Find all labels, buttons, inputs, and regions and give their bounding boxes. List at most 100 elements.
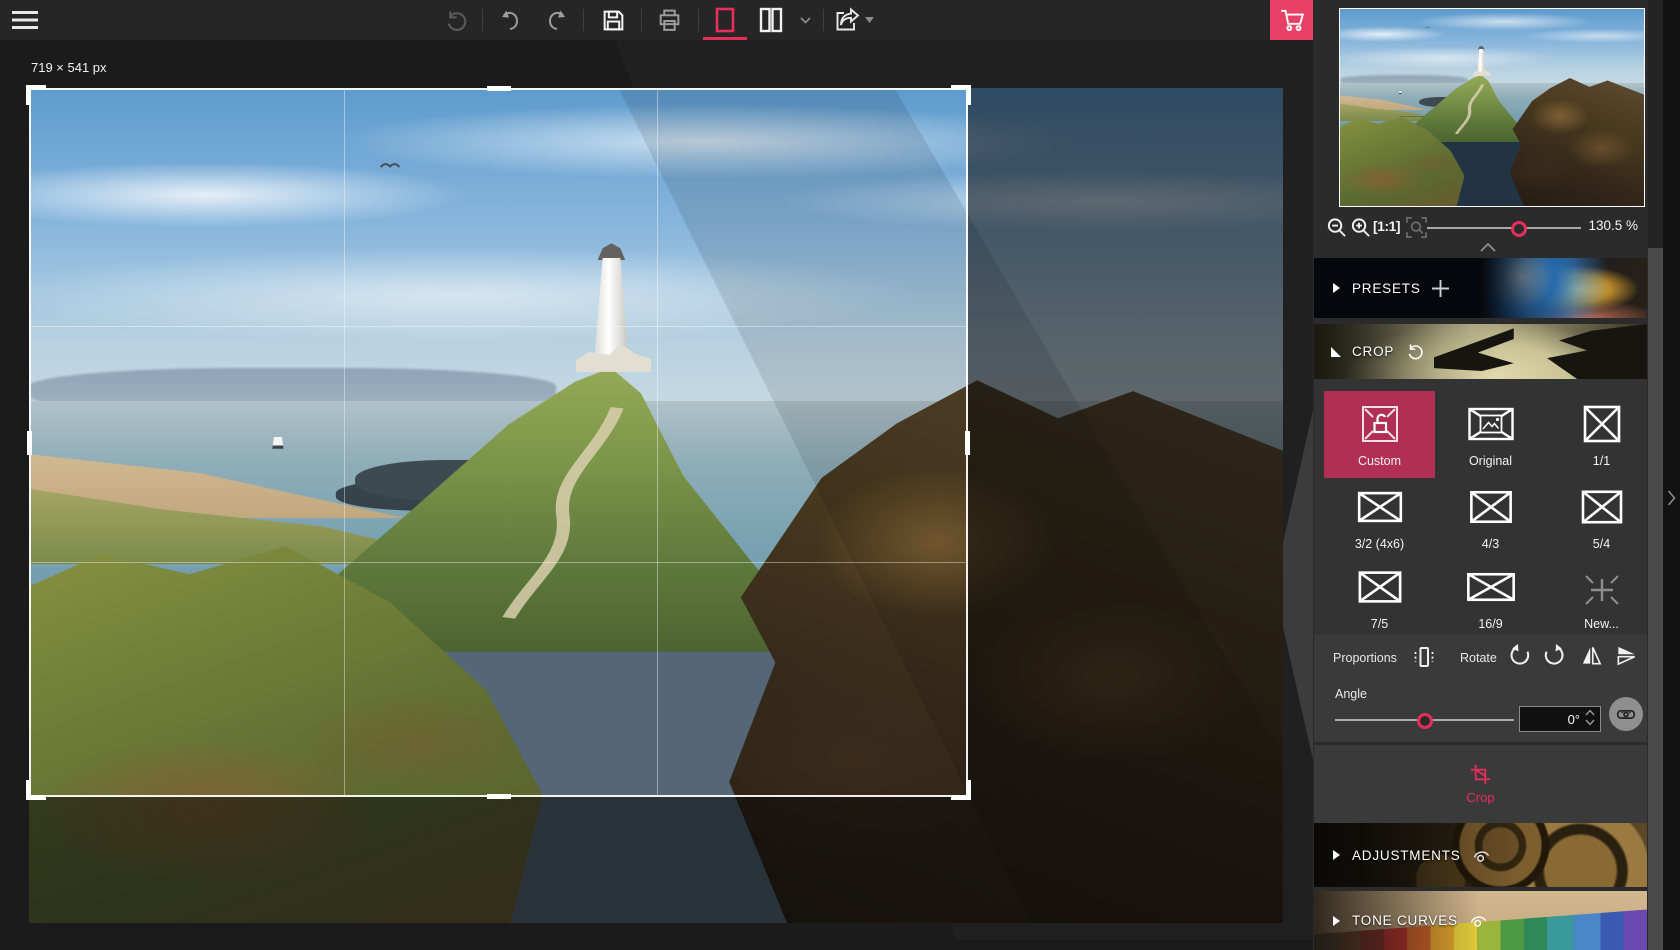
toolbar	[0, 0, 1313, 40]
cart-button[interactable]	[1270, 0, 1313, 40]
ratio-label: Custom	[1358, 454, 1401, 468]
flip-horizontal-button[interactable]	[1580, 644, 1603, 667]
right-gutter	[1663, 0, 1680, 950]
zoom-in-button[interactable]	[1349, 216, 1372, 239]
add-preset-icon[interactable]	[1432, 280, 1449, 297]
crop-ratio-original[interactable]: Original	[1435, 391, 1546, 478]
right-panel: [1:1] 130.5 % PRESETS CROP	[1313, 0, 1648, 950]
crop-ratio-5-4[interactable]: 5/4	[1546, 478, 1648, 556]
angle-slider-knob[interactable]	[1417, 713, 1433, 729]
crop-ratio-7-5[interactable]: 7/5	[1324, 556, 1435, 638]
crop-ratio-custom[interactable]: Custom	[1324, 391, 1435, 478]
presets-title: PRESETS	[1352, 281, 1421, 296]
ratio-icon	[1463, 484, 1519, 530]
zoom-percent-value: 130.5 %	[1588, 218, 1638, 233]
crop-handle-top-left[interactable]	[26, 85, 46, 105]
reset-history-button[interactable]	[436, 0, 474, 40]
grid-line-horizontal	[31, 562, 966, 563]
angle-label: Angle	[1335, 687, 1367, 701]
toolbar-separator	[698, 9, 699, 31]
crop-handle-top[interactable]	[487, 86, 511, 91]
crop-title: CROP	[1352, 344, 1394, 359]
flip-vertical-button[interactable]	[1615, 644, 1638, 667]
crop-handle-bottom-left[interactable]	[26, 780, 46, 800]
toolbar-separator	[482, 9, 483, 31]
ratio-icon	[1574, 484, 1630, 530]
crop-ratio-4-3[interactable]: 4/3	[1435, 478, 1546, 556]
proportions-swap-button[interactable]	[1411, 644, 1437, 670]
crop-header-art-hand	[1434, 328, 1514, 376]
zoom-slider-knob[interactable]	[1511, 221, 1527, 237]
crop-handle-left[interactable]	[27, 431, 32, 455]
ratio-label: New...	[1584, 617, 1619, 631]
view-options-chevron-icon[interactable]	[794, 0, 816, 40]
section-tone-curves-header[interactable]: TONE CURVES	[1314, 891, 1647, 950]
ratio-icon	[1574, 564, 1630, 610]
share-button[interactable]	[831, 0, 877, 40]
toolbar-separator	[583, 9, 584, 31]
ratio-label: 7/5	[1371, 617, 1388, 631]
crop-handle-bottom[interactable]	[487, 794, 511, 799]
crop-ratio-1-1[interactable]: 1/1	[1546, 391, 1648, 478]
scene-bird	[1425, 26, 1430, 28]
toolbar-separator	[641, 9, 642, 31]
expanded-triangle-icon	[1331, 347, 1341, 357]
undo-button[interactable]	[490, 0, 528, 40]
section-crop-header[interactable]: CROP	[1314, 324, 1647, 379]
crop-ratio-16-9[interactable]: 16/9	[1435, 556, 1546, 638]
grid-line-vertical	[657, 90, 658, 795]
proportions-label: Proportions	[1333, 651, 1397, 665]
crop-header-art-hand	[1547, 324, 1647, 379]
fit-to-screen-button[interactable]	[1405, 216, 1428, 239]
crop-transform-controls: Proportions Rotate Angle	[1314, 635, 1647, 742]
crop-size-label: 719 × 541 px	[31, 60, 107, 75]
straighten-level-button[interactable]	[1609, 697, 1643, 731]
toolbar-separator	[823, 9, 824, 31]
rotate-right-button[interactable]	[1542, 643, 1567, 668]
crop-handle-top-right[interactable]	[951, 85, 971, 105]
visibility-eye-icon[interactable]	[1469, 913, 1488, 928]
ratio-icon	[1352, 564, 1408, 610]
canvas: 719 × 541 px	[0, 40, 1313, 950]
crop-dim-overlay-bottom	[29, 797, 968, 923]
crop-ratio-area: Custom Original 1/1 3/2 (4x6) 4/3	[1314, 379, 1647, 635]
menu-button[interactable]	[6, 0, 44, 40]
thumbnail-scene	[1340, 9, 1644, 206]
panel-scroll-up-icon[interactable]	[1480, 243, 1496, 252]
navigator-zoom-controls: [1:1] 130.5 %	[1313, 213, 1648, 243]
redo-button[interactable]	[539, 0, 577, 40]
compare-view-button[interactable]	[751, 0, 791, 40]
navigator-zoom-slider[interactable]	[1427, 227, 1581, 229]
crop-handle-right[interactable]	[965, 431, 970, 455]
crop-ratio-new[interactable]: New...	[1546, 556, 1648, 638]
section-adjustments-header[interactable]: ADJUSTMENTS	[1314, 823, 1647, 887]
panel-scrollbar[interactable]	[1648, 0, 1663, 950]
reset-crop-icon[interactable]	[1405, 342, 1424, 361]
angle-slider[interactable]	[1335, 719, 1514, 721]
ratio-icon	[1352, 401, 1408, 447]
visibility-eye-icon[interactable]	[1472, 848, 1491, 863]
crop-button-label: Crop	[1466, 790, 1494, 805]
zoom-out-button[interactable]	[1325, 216, 1348, 239]
lighthouse-scene	[1340, 9, 1644, 206]
ratio-label: 16/9	[1478, 617, 1502, 631]
crop-handle-bottom-right[interactable]	[951, 780, 971, 800]
actual-size-button[interactable]: [1:1]	[1373, 218, 1400, 234]
angle-spinner[interactable]	[1585, 709, 1595, 726]
single-view-button[interactable]	[705, 0, 745, 40]
scene-boat	[1399, 91, 1402, 94]
navigator-thumbnail[interactable]	[1339, 8, 1645, 207]
photo-editor-window: 719 × 541 px	[0, 0, 1680, 950]
crop-ratio-3-2-4x6[interactable]: 3/2 (4x6)	[1324, 478, 1435, 556]
section-presets-header[interactable]: PRESETS	[1314, 258, 1647, 318]
crop-frame[interactable]	[29, 88, 968, 797]
collapse-panel-chevron[interactable]	[1667, 490, 1676, 506]
rotate-left-button[interactable]	[1507, 643, 1532, 668]
print-button[interactable]	[650, 0, 688, 40]
ratio-label: 5/4	[1593, 537, 1610, 551]
scrollbar-thumb[interactable]	[1648, 248, 1663, 950]
save-button[interactable]	[594, 0, 632, 40]
ratio-label: 1/1	[1593, 454, 1610, 468]
rotate-label: Rotate	[1460, 651, 1497, 665]
apply-crop-button[interactable]: Crop	[1314, 745, 1647, 823]
